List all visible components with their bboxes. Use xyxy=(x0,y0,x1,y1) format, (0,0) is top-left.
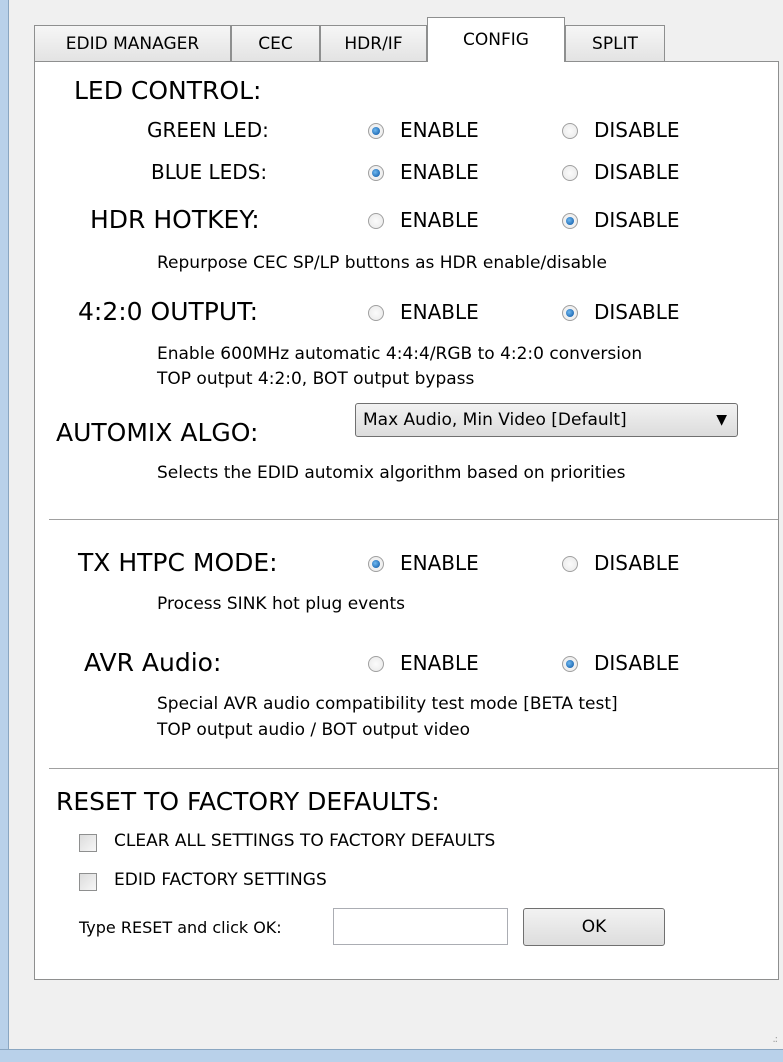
green-led-disable-label[interactable]: DISABLE xyxy=(594,118,680,142)
avr-audio-title: AVR Audio: xyxy=(84,648,222,677)
reset-prompt-label: Type RESET and click OK: xyxy=(79,918,282,937)
green-led-enable-radio[interactable] xyxy=(368,123,384,139)
automix-algo-title: AUTOMIX ALGO: xyxy=(56,418,259,447)
output-420-description-1: Enable 600MHz automatic 4:4:4/RGB to 4:2… xyxy=(157,344,643,364)
tab-config[interactable]: CONFIG xyxy=(427,17,565,62)
tx-htpc-mode-title: TX HTPC MODE: xyxy=(78,548,278,577)
tab-cec[interactable]: CEC xyxy=(231,25,320,61)
green-led-label: GREEN LED: xyxy=(147,118,269,142)
section-divider xyxy=(49,768,778,769)
output-420-description-2: TOP output 4:2:0, BOT output bypass xyxy=(157,369,475,389)
avr-audio-disable-radio[interactable] xyxy=(562,656,578,672)
output-420-disable-radio[interactable] xyxy=(562,305,578,321)
blue-leds-enable-label[interactable]: ENABLE xyxy=(400,160,479,184)
resize-grip-icon[interactable]: .: xyxy=(772,1034,777,1045)
automix-algo-select[interactable]: Max Audio, Min Video [Default] ▼ xyxy=(355,403,738,437)
hdr-hotkey-title: HDR HOTKEY: xyxy=(90,205,260,234)
section-divider xyxy=(49,519,778,520)
tx-htpc-disable-label[interactable]: DISABLE xyxy=(594,551,680,575)
tx-htpc-disable-radio[interactable] xyxy=(562,556,578,572)
automix-algo-selected-value: Max Audio, Min Video [Default] xyxy=(363,410,627,430)
edid-factory-settings-label[interactable]: EDID FACTORY SETTINGS xyxy=(114,870,327,890)
window-frame-left xyxy=(0,0,9,1061)
tx-htpc-description: Process SINK hot plug events xyxy=(157,594,405,614)
led-control-title: LED CONTROL: xyxy=(74,76,262,105)
window-frame-bottom xyxy=(0,1049,783,1062)
tx-htpc-enable-radio[interactable] xyxy=(368,556,384,572)
clear-all-settings-label[interactable]: CLEAR ALL SETTINGS TO FACTORY DEFAULTS xyxy=(114,831,495,851)
hdr-hotkey-enable-radio[interactable] xyxy=(368,213,384,229)
hdr-hotkey-enable-label[interactable]: ENABLE xyxy=(400,208,479,232)
edid-factory-settings-checkbox[interactable] xyxy=(79,873,97,891)
hdr-hotkey-description: Repurpose CEC SP/LP buttons as HDR enabl… xyxy=(157,253,607,273)
avr-audio-description-1: Special AVR audio compatibility test mod… xyxy=(157,694,618,714)
avr-audio-disable-label[interactable]: DISABLE xyxy=(594,651,680,675)
avr-audio-enable-radio[interactable] xyxy=(368,656,384,672)
blue-leds-label: BLUE LEDS: xyxy=(151,160,268,184)
config-panel: LED CONTROL: GREEN LED: ENABLE DISABLE B… xyxy=(34,61,779,980)
automix-algo-description: Selects the EDID automix algorithm based… xyxy=(157,463,626,483)
reset-factory-defaults-title: RESET TO FACTORY DEFAULTS: xyxy=(56,787,440,816)
tab-hdr-if[interactable]: HDR/IF xyxy=(320,25,427,61)
tab-split[interactable]: SPLIT xyxy=(565,25,665,61)
output-420-enable-radio[interactable] xyxy=(368,305,384,321)
green-led-disable-radio[interactable] xyxy=(562,123,578,139)
blue-leds-disable-label[interactable]: DISABLE xyxy=(594,160,680,184)
ok-button[interactable]: OK xyxy=(523,908,665,946)
chevron-down-icon: ▼ xyxy=(716,412,727,428)
output-420-enable-label[interactable]: ENABLE xyxy=(400,300,479,324)
blue-leds-disable-radio[interactable] xyxy=(562,165,578,181)
clear-all-settings-checkbox[interactable] xyxy=(79,834,97,852)
hdr-hotkey-disable-label[interactable]: DISABLE xyxy=(594,208,680,232)
avr-audio-enable-label[interactable]: ENABLE xyxy=(400,651,479,675)
output-420-title: 4:2:0 OUTPUT: xyxy=(78,297,259,326)
avr-audio-description-2: TOP output audio / BOT output video xyxy=(157,720,470,740)
output-420-disable-label[interactable]: DISABLE xyxy=(594,300,680,324)
tab-edid-manager[interactable]: EDID MANAGER xyxy=(34,25,231,61)
tx-htpc-enable-label[interactable]: ENABLE xyxy=(400,551,479,575)
green-led-enable-label[interactable]: ENABLE xyxy=(400,118,479,142)
blue-leds-enable-radio[interactable] xyxy=(368,165,384,181)
hdr-hotkey-disable-radio[interactable] xyxy=(562,213,578,229)
reset-confirmation-input[interactable] xyxy=(333,908,508,945)
